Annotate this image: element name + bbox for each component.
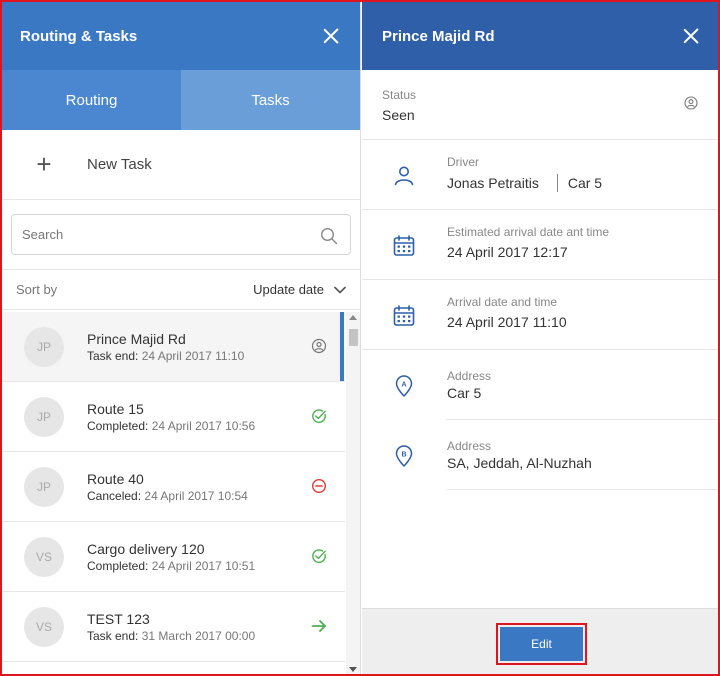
divider [556,174,558,192]
task-date: 31 March 2017 00:00 [141,628,256,643]
svg-text:A: A [401,381,406,388]
task-title: Route 15 [87,400,144,417]
svg-text:B: B [401,451,406,458]
scroll-up-arrow-icon[interactable] [349,315,357,320]
avatar: VS [24,536,64,577]
arrival-label: Arrival date and time [447,295,558,309]
search-area [2,200,360,270]
address-a-label: Address [447,369,492,383]
task-date: 24 April 2017 10:54 [144,488,248,503]
arrow-right-icon [311,620,326,632]
search-input[interactable] [12,215,350,254]
task-list-item[interactable]: VS TEST 123 Task end: 31 March 2017 00:0… [2,592,345,662]
status-label: Status [382,88,417,102]
detail-title: Prince Majid Rd [382,27,495,45]
sort-row: Sort by Update date [2,270,360,310]
calendar-icon [393,305,415,326]
calendar-icon [393,235,415,256]
avatar: VS [24,606,64,647]
scroll-down-arrow-icon[interactable] [349,667,357,672]
address-b-value: SA, Jeddah, Al-Nuzhah [447,455,592,471]
close-icon[interactable] [680,25,702,47]
routing-tasks-panel: Routing & Tasks Routing Tasks + New Task… [2,2,361,674]
task-date: 24 April 2017 10:56 [151,418,256,433]
avatar: JP [24,466,64,507]
driver-car: Car 5 [567,175,603,191]
task-title: Prince Majid Rd [87,330,186,347]
check-circle-icon [312,549,326,563]
check-circle-icon [312,409,326,423]
task-list-item[interactable]: JP Route 40 Canceled: 24 April 2017 10:5… [2,452,345,522]
driver-name: Jonas Petraitis [447,175,539,191]
task-title: Route 40 [87,470,144,487]
plus-icon: + [36,149,52,179]
estimated-arrival-value: 24 April 2017 12:17 [447,244,568,260]
task-date: 24 April 2017 11:10 [141,348,245,363]
map-pin-b-icon: B [395,445,413,467]
close-icon[interactable] [320,25,342,47]
status-field: Status Seen [362,70,718,140]
tab-bar: Routing Tasks [2,70,360,130]
task-sub-label: Task end: [87,628,139,643]
arrival-field: Arrival date and time 24 April 2017 11:1… [362,280,718,350]
cancel-circle-icon [311,478,327,494]
sort-dropdown[interactable]: Update date [253,282,346,297]
detail-header: Prince Majid Rd [362,2,718,70]
active-item-indicator [340,312,344,381]
tab-routing[interactable]: Routing [2,70,181,130]
sort-label: Sort by [16,282,58,297]
seen-icon [311,338,327,354]
scroll-thumb[interactable] [349,329,358,346]
new-task-button[interactable]: + New Task [2,130,360,200]
app-frame: Routing & Tasks Routing Tasks + New Task… [0,0,720,676]
address-b-label: Address [447,439,492,453]
task-list-item[interactable]: JP Route 15 Completed: 24 April 2017 10:… [2,382,345,452]
status-value: Seen [382,107,415,123]
tab-tasks[interactable]: Tasks [181,70,360,130]
detail-footer: Edit [362,608,718,674]
sort-value: Update date [253,282,324,297]
task-sub-label: Completed: [87,418,149,433]
new-task-label: New Task [87,156,152,173]
task-title: Cargo delivery 120 [87,540,205,557]
search-icon[interactable] [320,227,338,245]
task-sub-label: Completed: [87,558,149,573]
task-list: JP Prince Majid Rd Task end: 24 April 20… [2,312,345,674]
task-title: TEST 123 [87,610,150,627]
task-list-item[interactable]: JP Prince Majid Rd Task end: 24 April 20… [2,312,345,382]
task-sub-label: Task end: [87,348,139,363]
address-b-field: B Address SA, Jeddah, Al-Nuzhah [362,420,718,490]
address-a-field: A Address Car 5 [362,350,718,420]
avatar: JP [24,396,64,437]
task-date: 24 April 2017 10:51 [151,558,256,573]
edit-button[interactable]: Edit [500,627,583,661]
person-icon [394,166,414,186]
avatar: JP [24,326,64,367]
arrival-value: 24 April 2017 11:10 [447,314,567,330]
estimated-arrival-field: Estimated arrival date ant time 24 April… [362,210,718,280]
left-panel-title: Routing & Tasks [20,27,138,45]
task-detail-panel: Prince Majid Rd Status Seen Driver Jonas… [362,2,718,674]
task-sub-label: Canceled: [87,488,142,503]
task-list-scrollbar[interactable] [346,312,360,674]
left-panel-header: Routing & Tasks [2,2,360,70]
address-a-value: Car 5 [447,385,482,401]
search-box [11,214,351,255]
driver-label: Driver [447,155,479,169]
map-pin-a-icon: A [395,375,413,397]
driver-field: Driver Jonas Petraitis Car 5 [362,140,718,210]
estimated-arrival-label: Estimated arrival date ant time [447,225,610,239]
task-list-item[interactable]: VS Cargo delivery 120 Completed: 24 Apri… [2,522,345,592]
chevron-down-icon [334,286,346,293]
edit-button-highlight: Edit [496,623,587,665]
seen-icon [684,96,698,110]
